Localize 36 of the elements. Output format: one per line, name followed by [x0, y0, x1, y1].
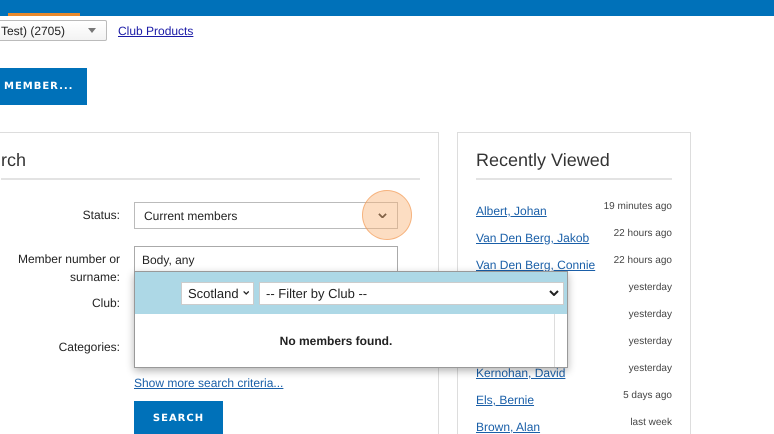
viewed-time: last week — [630, 417, 672, 430]
club-products-link[interactable]: Club Products — [118, 24, 194, 38]
viewed-time: 22 hours ago — [614, 228, 672, 241]
club-filter-select[interactable]: -- Filter by Club -- — [259, 282, 564, 304]
viewed-time: 19 minutes ago — [604, 201, 672, 214]
empty-message: No members found. — [280, 334, 392, 348]
search-button[interactable]: SEARCH — [134, 401, 223, 434]
active-tab-indicator — [8, 13, 80, 16]
viewed-time: yesterday — [628, 336, 672, 349]
card-title: Recently Viewed — [476, 133, 672, 180]
viewed-time: yesterday — [628, 363, 672, 376]
member-link[interactable]: Albert, Johan — [476, 201, 547, 228]
field-label: Club: — [90, 295, 120, 312]
select-field[interactable]: Current members — [134, 202, 398, 229]
member-link[interactable]: Van Den Berg, Jakob — [476, 228, 590, 255]
show-more-link[interactable]: Show more search criteria... — [134, 376, 284, 390]
viewed-time: yesterday — [628, 309, 672, 322]
member-link[interactable]: Brown, Alan — [476, 417, 540, 434]
card-title: rch — [1, 133, 420, 180]
add-member-button[interactable]: MEMBER... — [0, 68, 87, 105]
club-select[interactable]: Test) (2705) — [0, 20, 107, 41]
input-field[interactable]: Body, any — [134, 246, 398, 273]
viewed-time: 22 hours ago — [614, 255, 672, 268]
viewed-time: yesterday — [628, 282, 672, 295]
field-label: Status: — [82, 207, 120, 224]
field-value: Body, any — [142, 252, 194, 266]
region-select[interactable]: Scotland — [181, 282, 254, 304]
chevron-down-icon — [378, 212, 387, 218]
field-value: Current members — [144, 208, 238, 222]
chevron-down-icon — [549, 290, 559, 296]
member-link[interactable]: Els, Bernie — [476, 390, 534, 417]
chevron-down-icon — [242, 290, 249, 296]
viewed-time: 5 days ago — [623, 390, 672, 403]
caret-icon — [88, 28, 96, 33]
field-label: Member number or surname: — [16, 251, 120, 286]
field-label: Categories: — [58, 339, 120, 356]
